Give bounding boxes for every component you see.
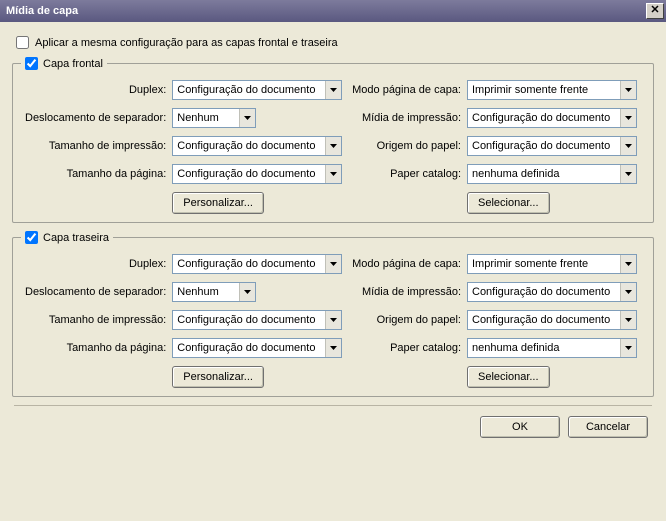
back-separator-shift-select[interactable]: Nenhum [172,282,256,302]
front-paper-catalog-label: Paper catalog: [352,168,461,180]
apply-same-checkbox[interactable] [16,36,29,49]
back-duplex-value: Configuração do documento [177,258,325,270]
back-page-size-label: Tamanho da página: [25,342,166,354]
front-page-size-label: Tamanho da página: [25,168,166,180]
front-cover-group: Capa frontal Duplex: Configuração do doc… [12,57,654,223]
front-page-size-select[interactable]: Configuração do documento [172,164,342,184]
chevron-down-icon [620,283,636,301]
chevron-down-icon [325,311,341,329]
front-duplex-value: Configuração do documento [177,84,325,96]
chevron-down-icon [239,109,255,127]
back-cover-page-mode-label: Modo página de capa: [352,258,461,270]
back-print-media-select[interactable]: Configuração do documento [467,282,637,302]
front-print-size-label: Tamanho de impressão: [25,140,166,152]
chevron-down-icon [239,283,255,301]
front-paper-catalog-select[interactable]: nenhuma definida [467,164,637,184]
front-cover-checkbox[interactable] [25,57,38,70]
back-print-size-value: Configuração do documento [177,314,325,326]
back-print-media-value: Configuração do documento [472,286,620,298]
title-bar: Mídia de capa ✕ [0,0,666,22]
chevron-down-icon [325,165,341,183]
front-select-label: Selecionar... [478,197,539,209]
close-button[interactable]: ✕ [646,3,664,19]
dialog-body: Aplicar a mesma configuração para as cap… [0,22,666,446]
back-separator-shift-value: Nenhum [177,286,239,298]
chevron-down-icon [620,165,636,183]
back-paper-catalog-value: nenhuma definida [472,342,620,354]
back-cover-group: Capa traseira Duplex: Configuração do do… [12,231,654,397]
front-separator-shift-value: Nenhum [177,112,239,124]
back-cover-legend: Capa traseira [21,231,113,244]
front-cover-legend: Capa frontal [21,57,107,70]
back-print-size-select[interactable]: Configuração do documento [172,310,342,330]
front-page-size-value: Configuração do documento [177,168,325,180]
back-duplex-label: Duplex: [25,258,166,270]
front-paper-source-label: Origem do papel: [352,140,461,152]
chevron-down-icon [620,81,636,99]
back-duplex-select[interactable]: Configuração do documento [172,254,342,274]
back-paper-source-select[interactable]: Configuração do documento [467,310,637,330]
front-paper-source-select[interactable]: Configuração do documento [467,136,637,156]
front-separator-shift-label: Deslocamento de separador: [25,112,166,124]
back-print-size-label: Tamanho de impressão: [25,314,166,326]
ok-label: OK [512,421,528,433]
chevron-down-icon [325,81,341,99]
apply-same-label: Aplicar a mesma configuração para as cap… [35,37,338,49]
front-print-media-select[interactable]: Configuração do documento [467,108,637,128]
front-duplex-label: Duplex: [25,84,166,96]
apply-same-row: Aplicar a mesma configuração para as cap… [16,36,654,49]
chevron-down-icon [325,255,341,273]
back-separator-shift-label: Deslocamento de separador: [25,286,166,298]
front-print-media-label: Mídia de impressão: [352,112,461,124]
front-duplex-select[interactable]: Configuração do documento [172,80,342,100]
chevron-down-icon [620,311,636,329]
back-cover-page-mode-value: Imprimir somente frente [472,258,620,270]
chevron-down-icon [620,137,636,155]
back-paper-catalog-select[interactable]: nenhuma definida [467,338,637,358]
front-cover-page-mode-value: Imprimir somente frente [472,84,620,96]
front-customize-button[interactable]: Personalizar... [172,192,264,214]
front-cover-page-mode-select[interactable]: Imprimir somente frente [467,80,637,100]
back-paper-catalog-label: Paper catalog: [352,342,461,354]
back-customize-label: Personalizar... [183,371,253,383]
back-print-media-label: Mídia de impressão: [352,286,461,298]
back-page-size-select[interactable]: Configuração do documento [172,338,342,358]
front-print-size-select[interactable]: Configuração do documento [172,136,342,156]
chevron-down-icon [620,255,636,273]
front-paper-catalog-value: nenhuma definida [472,168,620,180]
back-customize-button[interactable]: Personalizar... [172,366,264,388]
cancel-button[interactable]: Cancelar [568,416,648,438]
window-title: Mídia de capa [6,5,646,17]
back-paper-source-label: Origem do papel: [352,314,461,326]
chevron-down-icon [620,109,636,127]
close-icon: ✕ [650,4,659,16]
front-paper-source-value: Configuração do documento [472,140,620,152]
front-separator-shift-select[interactable]: Nenhum [172,108,256,128]
back-cover-checkbox[interactable] [25,231,38,244]
ok-button[interactable]: OK [480,416,560,438]
back-cover-page-mode-select[interactable]: Imprimir somente frente [467,254,637,274]
chevron-down-icon [325,137,341,155]
back-select-label: Selecionar... [478,371,539,383]
back-cover-legend-text: Capa traseira [43,232,109,244]
cancel-label: Cancelar [586,421,630,433]
front-print-size-value: Configuração do documento [177,140,325,152]
front-print-media-value: Configuração do documento [472,112,620,124]
dialog-footer: OK Cancelar [12,416,654,438]
front-cover-legend-text: Capa frontal [43,58,103,70]
front-select-button[interactable]: Selecionar... [467,192,550,214]
chevron-down-icon [325,339,341,357]
back-paper-source-value: Configuração do documento [472,314,620,326]
front-cover-page-mode-label: Modo página de capa: [352,84,461,96]
back-page-size-value: Configuração do documento [177,342,325,354]
separator [14,405,652,406]
front-customize-label: Personalizar... [183,197,253,209]
chevron-down-icon [620,339,636,357]
back-select-button[interactable]: Selecionar... [467,366,550,388]
